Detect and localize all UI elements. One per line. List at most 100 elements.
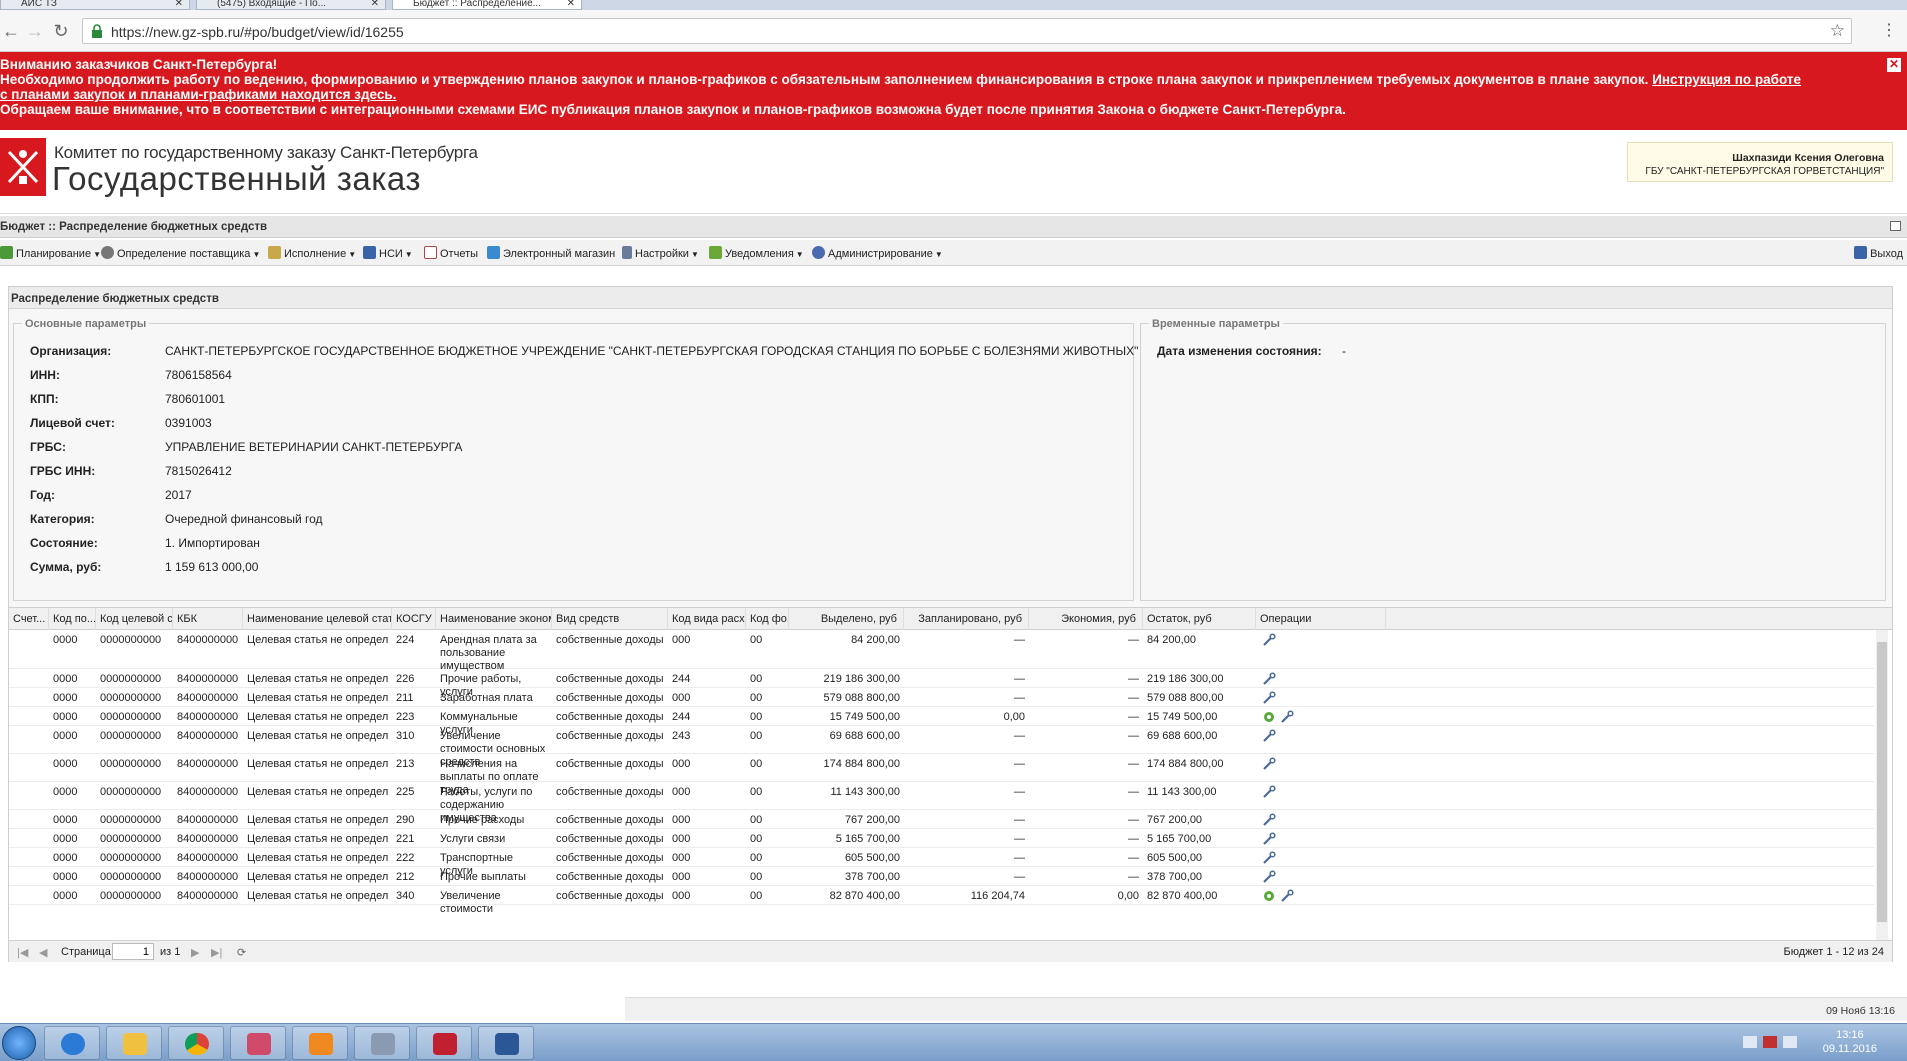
menu-settings[interactable]: Настройки ▼	[622, 246, 699, 260]
table-row[interactable]: 000000000000008400000000...Целевая стать…	[9, 886, 1874, 915]
close-icon[interactable]: ✕	[175, 0, 183, 9]
taskbar-clock[interactable]: 13:16 09.11.2016	[1823, 1028, 1877, 1056]
column-header[interactable]: Запланировано, руб	[904, 608, 1029, 630]
refresh-icon[interactable]: ⟳	[237, 946, 246, 959]
column-header[interactable]: Код вида расх...	[668, 608, 746, 630]
taskbar-chrome[interactable]	[168, 1026, 224, 1060]
edit-wrench-icon[interactable]	[1262, 785, 1276, 799]
edit-wrench-icon[interactable]	[1262, 813, 1276, 827]
table-row[interactable]: 000000000000008400000000...Целевая стать…	[9, 669, 1874, 698]
taskbar-ie[interactable]	[44, 1026, 100, 1060]
taskbar-explorer[interactable]	[106, 1026, 162, 1060]
menu-notifications[interactable]: Уведомления ▼	[709, 246, 804, 260]
table-row[interactable]: 000000000000008400000000...Целевая стать…	[9, 782, 1874, 824]
close-icon[interactable]: ✕	[371, 0, 379, 9]
edit-wrench-icon[interactable]	[1280, 889, 1294, 903]
next-page-icon[interactable]: ▶	[191, 946, 199, 959]
column-header[interactable]: Наименование целевой статьи	[243, 608, 392, 630]
column-header[interactable]: Вид средств	[552, 608, 668, 630]
reload-icon[interactable]: ↻	[50, 20, 72, 42]
edit-wrench-icon[interactable]	[1262, 633, 1276, 647]
column-header[interactable]: Операции	[1256, 608, 1386, 630]
table-row[interactable]: 000000000000008400000000...Целевая стать…	[9, 829, 1874, 848]
edit-wrench-icon[interactable]	[1280, 710, 1294, 724]
ie-icon	[61, 1033, 85, 1055]
browser-menu-icon[interactable]: ⋮	[1881, 20, 1897, 40]
table-row[interactable]: 000000000000008400000000...Целевая стать…	[9, 810, 1874, 829]
back-arrow-icon[interactable]: ←	[0, 20, 22, 42]
table-row[interactable]: 000000000000008400000000...Целевая стать…	[9, 867, 1874, 886]
last-page-icon[interactable]: ▶|	[211, 946, 222, 959]
edit-wrench-icon[interactable]	[1262, 729, 1276, 743]
forward-arrow-icon[interactable]: →	[24, 20, 46, 42]
tray-flag-icon[interactable]	[1763, 1036, 1777, 1048]
taskbar-word[interactable]	[478, 1026, 534, 1060]
table-cell-econom: —	[1128, 814, 1139, 826]
table-cell-ostatok: 174 884 800,00	[1147, 758, 1224, 770]
table-cell-kod_po: 0000	[53, 711, 78, 723]
edit-wrench-icon[interactable]	[1262, 851, 1276, 865]
menu-execution[interactable]: Исполнение ▼	[268, 246, 356, 260]
prev-page-icon[interactable]: ◀	[39, 946, 47, 959]
distribute-gear-icon[interactable]	[1262, 889, 1276, 903]
table-cell-kod_cel: 0000000000	[100, 852, 162, 864]
column-header[interactable]: Остаток, руб	[1143, 608, 1256, 630]
table-cell-cel_name: Целевая статья не определена	[247, 786, 388, 798]
edit-wrench-icon[interactable]	[1262, 672, 1276, 686]
collapse-icon[interactable]	[1890, 221, 1901, 231]
first-page-icon[interactable]: |◀	[17, 946, 28, 959]
taskbar-media[interactable]	[292, 1026, 348, 1060]
edit-wrench-icon[interactable]	[1262, 870, 1276, 884]
column-header[interactable]: Код целевой с...	[96, 608, 173, 630]
edit-wrench-icon[interactable]	[1262, 757, 1276, 771]
menu-reports[interactable]: Отчеты	[424, 246, 478, 260]
column-header[interactable]: Код по...	[49, 608, 96, 630]
column-header[interactable]: КОСГУ	[392, 608, 436, 630]
address-bar[interactable]: https://new.gz-spb.ru/#po/budget/view/id…	[82, 18, 1852, 44]
edit-wrench-icon[interactable]	[1262, 832, 1276, 846]
grid-scrollbar[interactable]	[1876, 630, 1888, 940]
instruction-link[interactable]: Инструкция по работе	[1652, 72, 1801, 87]
tray-arrow-icon[interactable]	[1743, 1036, 1757, 1048]
column-header[interactable]: КБК	[173, 608, 243, 630]
menu-nsi[interactable]: НСИ ▼	[363, 246, 413, 260]
banner-close-icon[interactable]: ✕	[1887, 58, 1901, 72]
table-row[interactable]: 000000000000008400000000...Целевая стать…	[9, 848, 1874, 877]
table-row[interactable]: 000000000000008400000000...Целевая стать…	[9, 754, 1874, 796]
tray-network-icon[interactable]	[1783, 1036, 1797, 1048]
column-header[interactable]: Выделено, руб	[789, 608, 904, 630]
browser-tab-1[interactable]: АИС ТЗ ✕	[0, 0, 190, 10]
tab-label: АИС ТЗ	[21, 0, 57, 9]
menu-supplier[interactable]: Определение поставщика ▼	[101, 246, 260, 260]
table-row[interactable]: 000000000000008400000000...Целевая стать…	[9, 707, 1874, 736]
instruction-link-cont[interactable]: с планами закупок и планами-графиками на…	[0, 87, 396, 102]
exit-button[interactable]: Выход	[1854, 246, 1903, 260]
column-header[interactable]: Счет...	[9, 608, 49, 630]
table-cell-vid: собственные доходы	[556, 634, 664, 646]
browser-tab-2[interactable]: (5475) Входящие - По... ✕	[196, 0, 386, 10]
table-cell-vydeleno: 174 884 800,00	[823, 758, 900, 770]
menu-admin[interactable]: Администрирование ▼	[812, 246, 943, 260]
taskbar-network[interactable]	[354, 1026, 410, 1060]
table-cell-kvr: 000	[672, 634, 691, 646]
edit-wrench-icon[interactable]	[1262, 691, 1276, 705]
taskbar-snipping[interactable]	[230, 1026, 286, 1060]
column-header[interactable]: Код фо...	[746, 608, 789, 630]
taskbar-pdf[interactable]	[416, 1026, 472, 1060]
user-info-box[interactable]: Шахпазиди Ксения Олеговна ГБУ "САНКТ-ПЕТ…	[1627, 142, 1893, 182]
browser-tab-3[interactable]: Бюджет :: Распределение... ✕	[392, 0, 582, 10]
column-header[interactable]: Экономия, руб	[1029, 608, 1143, 630]
tab-label: Бюджет :: Распределение...	[413, 0, 541, 9]
scroll-thumb[interactable]	[1877, 642, 1887, 922]
start-button[interactable]	[2, 1026, 36, 1060]
distribute-gear-icon[interactable]	[1262, 710, 1276, 724]
table-row[interactable]: 000000000000008400000000...Целевая стать…	[9, 630, 1874, 672]
menu-planning[interactable]: Планирование ▼	[0, 246, 101, 260]
bookmark-star-icon[interactable]: ☆	[1830, 21, 1845, 41]
table-row[interactable]: 000000000000008400000000...Целевая стать…	[9, 726, 1874, 768]
close-icon[interactable]: ✕	[567, 0, 575, 9]
menu-eshop[interactable]: Электронный магазин	[487, 246, 615, 260]
page-input[interactable]	[112, 943, 154, 960]
table-row[interactable]: 000000000000008400000000...Целевая стать…	[9, 688, 1874, 707]
column-header[interactable]: Наименование эконом...	[436, 608, 552, 630]
